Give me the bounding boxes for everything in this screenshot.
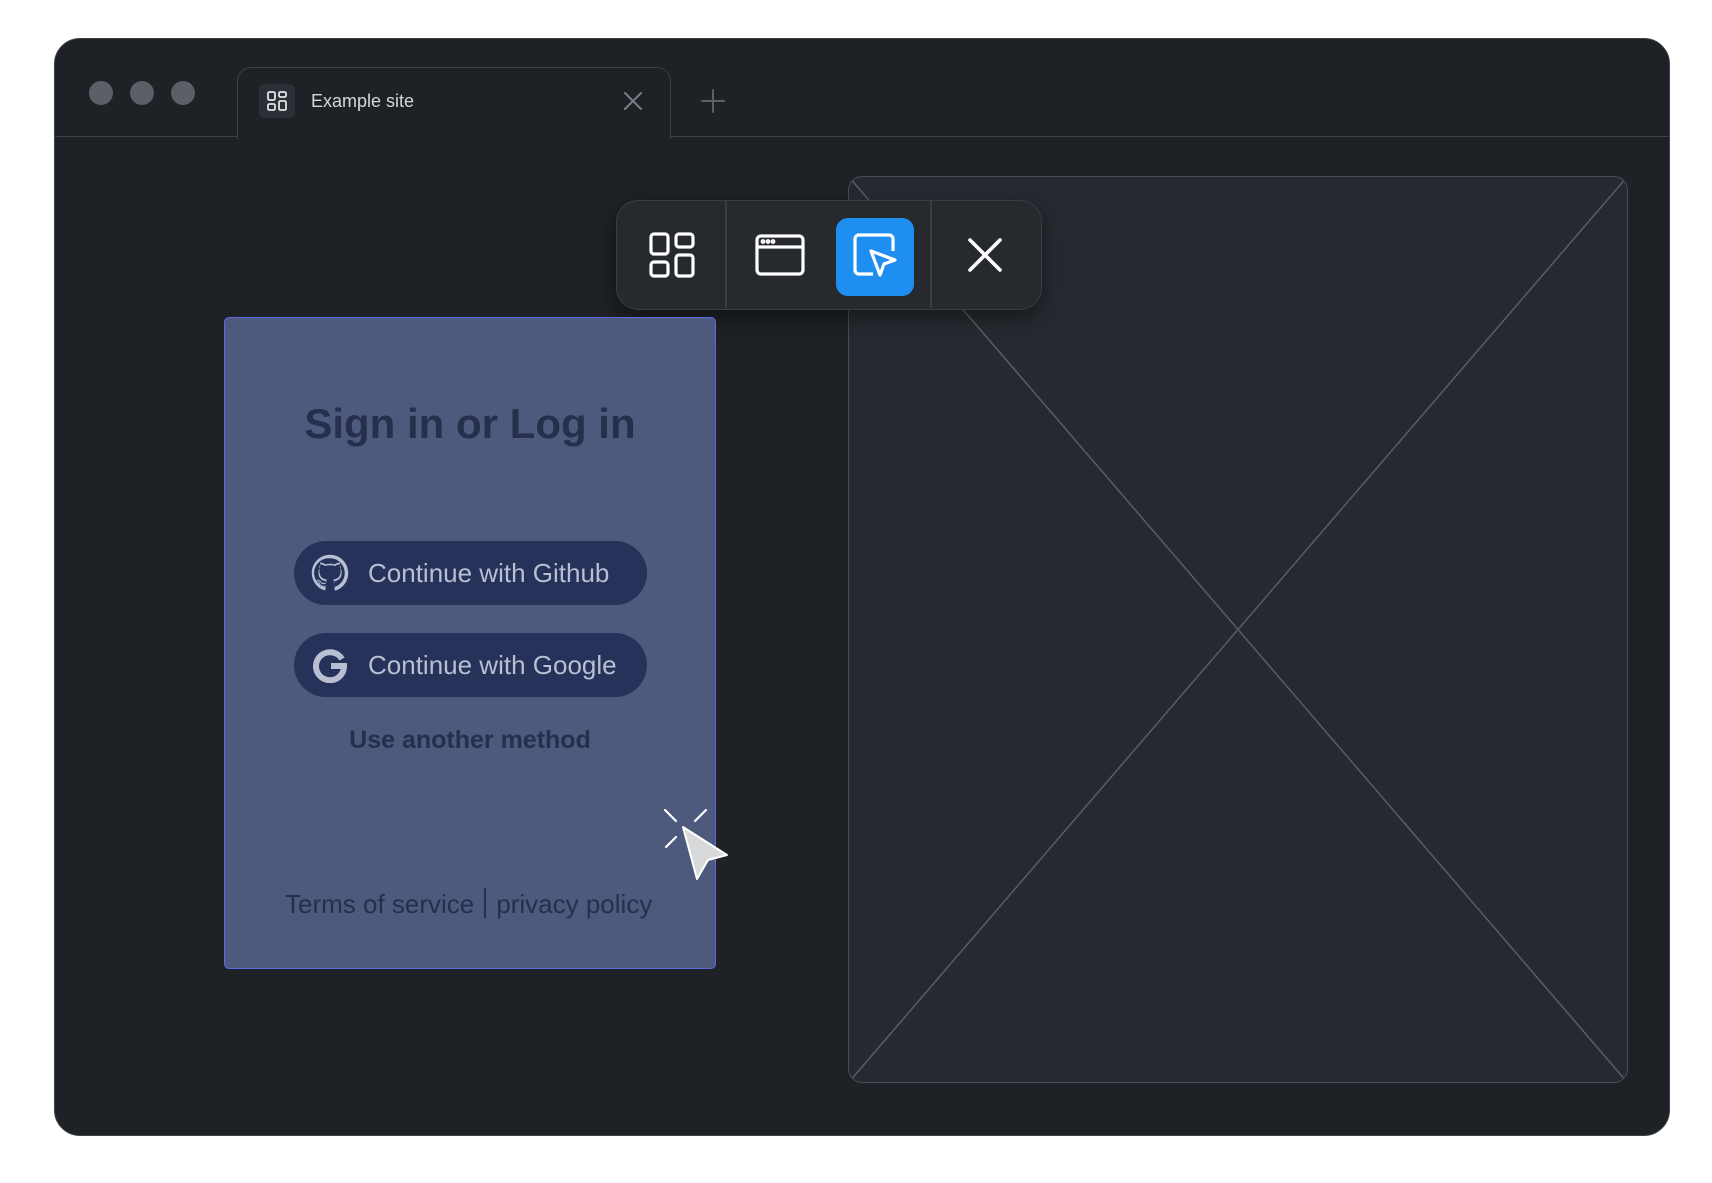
grid-icon bbox=[648, 231, 696, 284]
tab-title: Example site bbox=[311, 91, 415, 111]
close-icon[interactable] bbox=[622, 90, 644, 112]
plus-icon[interactable] bbox=[701, 89, 725, 113]
close-toolbar-button[interactable] bbox=[946, 218, 1024, 296]
footer-divider bbox=[484, 888, 487, 918]
close-icon bbox=[967, 237, 1003, 278]
privacy-policy-link[interactable]: privacy policy bbox=[496, 889, 652, 919]
signin-title: Sign in or Log in bbox=[304, 400, 636, 447]
footer-links: Terms of service privacy policy bbox=[285, 888, 652, 920]
grid-icon bbox=[259, 84, 295, 118]
use-another-method-link[interactable]: Use another method bbox=[225, 726, 715, 755]
github-icon bbox=[310, 553, 350, 593]
toolbar-divider bbox=[725, 201, 727, 308]
google-button-label: Continue with Google bbox=[368, 649, 617, 680]
click-cursor-icon bbox=[661, 806, 733, 884]
google-signin-button[interactable]: Continue with Google bbox=[294, 633, 647, 697]
grid-view-button[interactable] bbox=[633, 218, 711, 296]
image-placeholder-icon bbox=[848, 176, 1628, 1083]
select-element-button[interactable] bbox=[836, 218, 914, 296]
toolbar-divider bbox=[930, 201, 932, 308]
github-button-label: Continue with Github bbox=[368, 557, 610, 588]
browser-tab[interactable]: Example site bbox=[237, 67, 671, 139]
window-close-dot[interactable] bbox=[89, 81, 113, 105]
browser-window-button[interactable] bbox=[741, 218, 819, 296]
window-minimize-dot[interactable] bbox=[130, 81, 154, 105]
browser-window: Example site Sign in or Log in Continue … bbox=[54, 38, 1670, 1136]
select-element-icon bbox=[851, 231, 899, 284]
terms-of-service-link[interactable]: Terms of service bbox=[285, 889, 474, 919]
signin-card-highlighted[interactable]: Sign in or Log in Continue with Github C… bbox=[224, 317, 716, 969]
google-icon bbox=[310, 645, 350, 685]
github-signin-button[interactable]: Continue with Github bbox=[294, 541, 647, 605]
inspector-toolbar bbox=[616, 200, 1042, 310]
browser-window-icon bbox=[754, 233, 806, 282]
window-maximize-dot[interactable] bbox=[171, 81, 195, 105]
